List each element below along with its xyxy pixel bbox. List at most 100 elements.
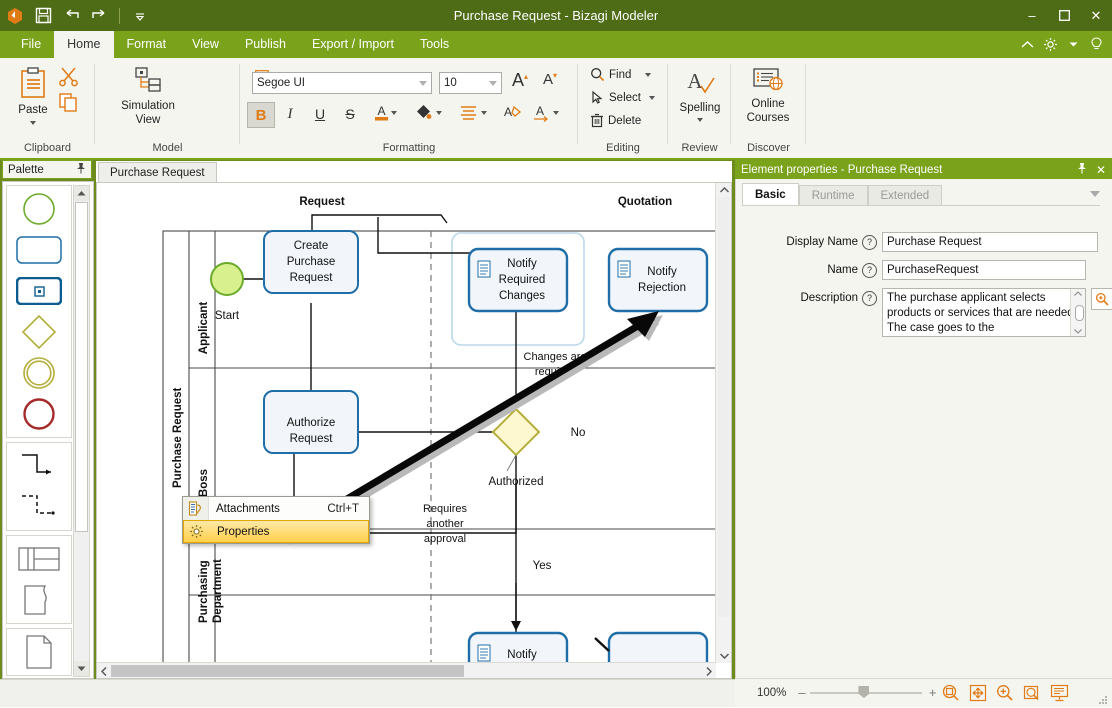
display-name-input[interactable] (882, 232, 1098, 252)
palette-scroll-thumb[interactable] (75, 202, 88, 532)
zoom-in-icon[interactable]: + (929, 686, 937, 700)
text-direction-button[interactable]: A (528, 100, 554, 124)
italic-button[interactable]: I (277, 102, 303, 126)
tab-extended[interactable]: Extended (867, 185, 943, 206)
panel-close-icon[interactable]: ✕ (1096, 163, 1106, 177)
spelling-dropdown-caret-icon[interactable] (697, 118, 703, 122)
align-dropdown-caret-icon[interactable] (481, 111, 487, 115)
scroll-down-icon[interactable] (716, 649, 731, 663)
tab-home[interactable]: Home (54, 31, 114, 58)
paste-dropdown-caret-icon[interactable] (30, 121, 36, 125)
zoom-slider-knob[interactable] (858, 686, 870, 698)
tab-file[interactable]: File (8, 31, 54, 58)
copy-button[interactable] (58, 92, 79, 116)
scroll-right-icon[interactable] (702, 663, 716, 678)
name-help-icon[interactable]: ? (862, 263, 877, 278)
cut-button[interactable] (58, 66, 79, 90)
bold-button[interactable]: B (247, 102, 275, 128)
font-family-combo[interactable]: Segoe UI (252, 72, 432, 94)
panel-pin-icon[interactable] (1077, 162, 1087, 177)
settings-dropdown-caret-icon[interactable] (1063, 34, 1083, 56)
canvas-vertical-scroll-thumb[interactable] (718, 197, 730, 617)
canvas-horizontal-scroll-thumb[interactable] (111, 665, 464, 677)
trash-icon (591, 113, 603, 128)
help-bulb-icon[interactable] (1086, 34, 1106, 56)
resize-grip[interactable] (1098, 694, 1108, 704)
palette-end-event-shape[interactable] (12, 397, 66, 431)
canvas-vertical-scrollbar[interactable] (715, 183, 731, 663)
collapse-ribbon-icon[interactable] (1017, 34, 1037, 56)
minimize-button[interactable]: – (1016, 0, 1048, 31)
zoom-out-icon[interactable]: – (798, 686, 805, 699)
palette-gateway-shape[interactable] (12, 314, 66, 350)
close-button[interactable]: ✕ (1080, 0, 1112, 31)
find-button[interactable]: Find (590, 67, 652, 82)
align-button[interactable] (455, 100, 481, 124)
zoom-slider[interactable]: – + (796, 685, 936, 701)
palette-sequence-flow-connector[interactable] (12, 449, 66, 483)
palette-message-flow-connector[interactable] (12, 490, 66, 524)
description-expand-editor-button[interactable] (1091, 288, 1112, 310)
tab-runtime[interactable]: Runtime (798, 185, 868, 206)
palette-pin-icon[interactable] (76, 162, 86, 177)
tab-publish[interactable]: Publish (232, 31, 299, 58)
text-direction-dropdown-caret-icon[interactable] (553, 111, 559, 115)
select-dropdown-caret-icon[interactable] (648, 95, 655, 100)
tab-view[interactable]: View (179, 31, 232, 58)
element-properties-overflow-caret-icon[interactable] (1090, 191, 1100, 197)
fit-to-window-button[interactable] (966, 682, 990, 704)
shrink-font-button[interactable]: A▾ (543, 71, 557, 88)
context-menu-item-attachments[interactable]: Attachments Ctrl+T (183, 497, 369, 520)
grow-font-button[interactable]: A▴ (512, 70, 528, 91)
zoom-actual-size-button[interactable] (1020, 682, 1044, 704)
palette-scroll-up-icon[interactable] (74, 186, 89, 201)
scroll-left-icon[interactable] (97, 663, 111, 678)
select-button[interactable]: Select (590, 90, 655, 105)
settings-gear-icon[interactable] (1040, 34, 1060, 56)
find-dropdown-caret-icon[interactable] (645, 72, 652, 77)
chevron-down-icon[interactable] (489, 80, 497, 86)
display-name-help-icon[interactable]: ? (862, 235, 877, 250)
strikethrough-button[interactable]: S (337, 102, 363, 126)
description-scroll-thumb[interactable] (1074, 305, 1084, 321)
context-menu-item-properties[interactable]: Properties (183, 520, 369, 543)
palette-sub-process-shape[interactable] (12, 274, 66, 308)
description-scrollbar[interactable] (1070, 289, 1085, 336)
chevron-down-icon[interactable] (419, 80, 427, 86)
spelling-button[interactable]: A Spelling (676, 68, 724, 122)
paste-button[interactable]: Paste (8, 66, 58, 125)
tab-export-import[interactable]: Export / Import (299, 31, 407, 58)
font-size-combo[interactable]: 10 (439, 72, 502, 94)
zoom-to-selection-button[interactable] (939, 682, 963, 704)
palette-lane-shape[interactable] (12, 583, 66, 617)
delete-button[interactable]: Delete (590, 113, 641, 128)
tab-tools[interactable]: Tools (407, 31, 462, 58)
presentation-mode-button[interactable] (1047, 682, 1071, 704)
online-courses-button[interactable]: Online Courses (738, 66, 798, 125)
palette-intermediate-event-shape[interactable] (12, 356, 66, 390)
canvas-horizontal-scrollbar[interactable] (97, 662, 716, 678)
document-tab-purchase-request[interactable]: Purchase Request (98, 162, 217, 183)
maximize-button[interactable] (1048, 0, 1080, 31)
palette-start-event-shape[interactable] (12, 192, 66, 226)
fill-color-button[interactable] (410, 100, 436, 124)
palette-scrollbar[interactable] (73, 185, 90, 677)
font-color-dropdown-caret-icon[interactable] (391, 111, 397, 115)
diagram-canvas[interactable]: Start Create Purchase Request Notify Req… (97, 183, 716, 663)
description-help-icon[interactable]: ? (862, 291, 877, 306)
zoom-in-button[interactable] (993, 682, 1017, 704)
name-input[interactable] (882, 260, 1086, 280)
context-menu: Attachments Ctrl+T Properties (182, 496, 370, 544)
palette-scroll-down-icon[interactable] (74, 661, 89, 676)
palette-pool-shape[interactable] (12, 542, 66, 576)
palette-data-object-shape[interactable] (12, 635, 66, 669)
description-textarea[interactable]: The purchase applicant selects products … (882, 288, 1086, 337)
fill-color-dropdown-caret-icon[interactable] (436, 111, 442, 115)
underline-button[interactable]: U (307, 102, 333, 126)
simulation-view-button[interactable]: Simulation View (110, 66, 186, 127)
scroll-up-icon[interactable] (716, 183, 731, 197)
palette-task-shape[interactable] (12, 233, 66, 267)
tab-format[interactable]: Format (114, 31, 180, 58)
format-painter-button[interactable]: A (498, 100, 524, 124)
tab-basic[interactable]: Basic (742, 183, 799, 206)
